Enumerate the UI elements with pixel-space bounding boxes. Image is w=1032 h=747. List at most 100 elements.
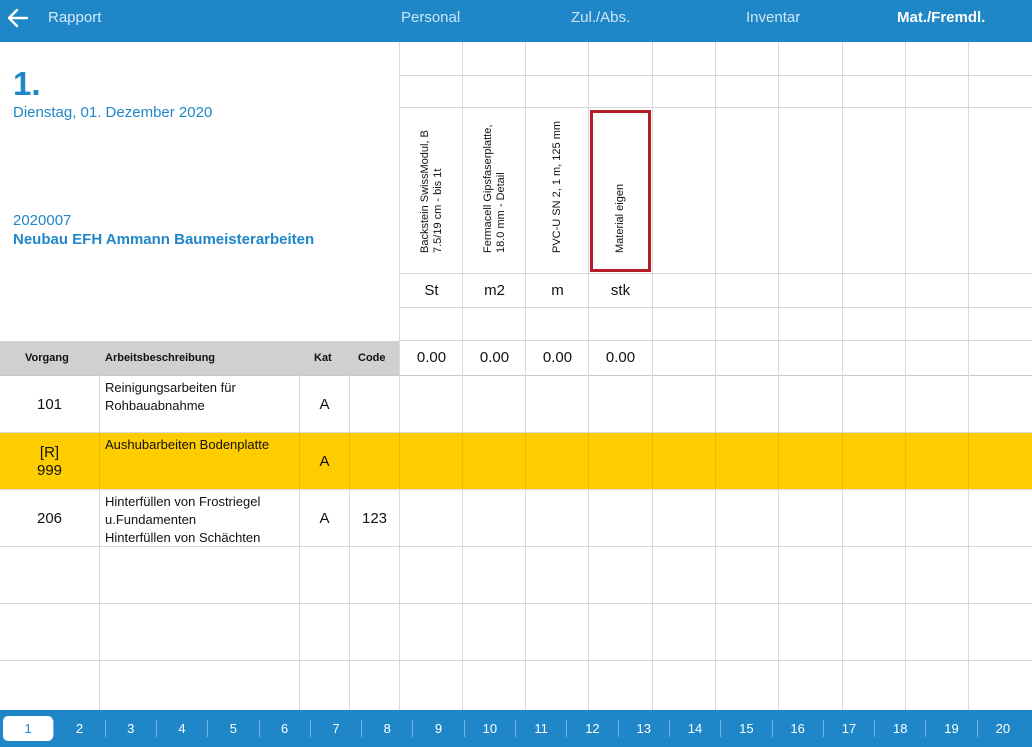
page-title[interactable]: Rapport <box>48 9 101 26</box>
grid-line <box>905 433 906 490</box>
tab-zul-abs[interactable]: Zul./Abs. <box>571 9 630 26</box>
row-code: 123 <box>361 510 388 527</box>
material-total: 0.00 <box>416 349 447 366</box>
top-bar: Rapport Personal Zul./Abs. Inventar Mat.… <box>0 0 1032 42</box>
row-vorgang: 206 <box>36 509 63 527</box>
grid-line <box>525 433 526 490</box>
page-button-19[interactable]: 19 <box>926 716 976 741</box>
tab-material-fremdleistung[interactable]: Mat./Fremdl. <box>897 9 985 26</box>
report-header: 1. Dienstag, 01. Dezember 2020 2020007 N… <box>0 42 399 341</box>
column-header-beschreibung: Arbeitsbeschreibung <box>105 352 216 364</box>
arrow-left-icon <box>7 8 29 28</box>
grid-line <box>0 432 1032 433</box>
day-pager: 1 2 3 4 5 6 7 8 9 10 11 12 13 14 15 16 17 18 19 20 <box>0 710 1032 747</box>
grid-line <box>349 433 350 490</box>
material-column-header[interactable]: PVC-U SN 2, 1 m, 125 mm <box>526 108 589 273</box>
page-button-5[interactable]: 5 <box>208 716 258 741</box>
page-button-15[interactable]: 15 <box>721 716 771 741</box>
page-button-3[interactable]: 3 <box>106 716 156 741</box>
material-name: Fermacell Gipsfaserplatte, 18.0 mm - Det… <box>481 124 507 253</box>
page-button-7[interactable]: 7 <box>311 716 361 741</box>
material-unit: m2 <box>484 282 505 299</box>
grid-line <box>0 489 1032 490</box>
page-button-13[interactable]: 13 <box>619 716 669 741</box>
row-description: Hinterfüllen von Frostriegel u.Fundament… <box>105 494 261 545</box>
page-button-14[interactable]: 14 <box>670 716 720 741</box>
grid-line <box>842 433 843 490</box>
grid-line <box>715 433 716 490</box>
pager-separator <box>361 720 363 737</box>
material-total: 0.00 <box>479 349 510 366</box>
material-name: PVC-U SN 2, 1 m, 125 mm <box>551 120 563 253</box>
grid-line <box>778 433 779 490</box>
day-number: 1. <box>13 65 41 102</box>
pager-separator <box>412 720 414 737</box>
pager-separator <box>822 720 824 737</box>
page-button-16[interactable]: 16 <box>773 716 823 741</box>
table-header: Vorgang Arbeitsbeschreibung Kat Code <box>0 341 399 375</box>
column-header-code: Code <box>358 352 386 364</box>
page-button-8[interactable]: 8 <box>362 716 412 741</box>
grid-line <box>0 603 1032 604</box>
pager-separator <box>976 720 978 737</box>
column-header-kat: Kat <box>314 352 332 364</box>
row-kat: A <box>319 510 330 527</box>
pager-separator <box>53 720 55 737</box>
selected-column-outline <box>590 110 651 272</box>
table-row[interactable]: 206 Hinterfüllen von Frostriegel u.Funda… <box>0 490 1032 547</box>
page-button-18[interactable]: 18 <box>875 716 925 741</box>
row-vorgang: [R] 999 <box>36 443 63 479</box>
pager-separator <box>874 720 876 737</box>
row-description: Aushubarbeiten Bodenplatte <box>105 437 270 452</box>
column-header-vorgang: Vorgang <box>25 352 69 364</box>
grid-line <box>652 433 653 490</box>
grid-line <box>462 433 463 490</box>
page-button-10[interactable]: 10 <box>465 716 515 741</box>
tab-inventar[interactable]: Inventar <box>746 9 800 26</box>
material-total: 0.00 <box>605 349 636 366</box>
grid-line <box>99 433 100 490</box>
back-button[interactable] <box>0 0 40 36</box>
pager-separator <box>207 720 209 737</box>
pager-separator <box>566 720 568 737</box>
page-button-4[interactable]: 4 <box>157 716 207 741</box>
pager-separator <box>771 720 773 737</box>
material-column-header[interactable]: Fermacell Gipsfaserplatte, 18.0 mm - Det… <box>463 108 526 273</box>
row-kat: A <box>319 396 330 413</box>
material-unit: St <box>424 282 439 299</box>
row-code <box>350 433 399 490</box>
page-button-6[interactable]: 6 <box>260 716 310 741</box>
pager-separator <box>258 720 260 737</box>
row-kat: A <box>319 453 330 470</box>
pager-separator <box>309 720 311 737</box>
pager-separator <box>668 720 670 737</box>
material-unit: m <box>551 282 564 299</box>
pager-separator <box>617 720 619 737</box>
material-name: Backstein SwissModul, B 7.5/19 cm - bis … <box>418 130 444 253</box>
table-row-highlighted[interactable]: [R] 999 Aushubarbeiten Bodenplatte A <box>0 433 1032 490</box>
page-button-17[interactable]: 17 <box>824 716 874 741</box>
pager-separator <box>463 720 465 737</box>
pager-separator <box>515 720 516 737</box>
grid-line <box>588 433 589 490</box>
pager-separator <box>720 720 722 737</box>
row-vorgang: 101 <box>36 395 63 413</box>
grid-line <box>968 433 969 490</box>
pager-separator <box>104 720 106 737</box>
tab-personal[interactable]: Personal <box>401 9 460 26</box>
table-row[interactable]: 101 Reinigungsarbeiten für Rohbauabnahme… <box>0 376 1032 433</box>
grid-line <box>299 433 300 490</box>
row-code <box>350 376 399 433</box>
material-unit: stk <box>610 282 631 299</box>
page-button-1[interactable]: 1 <box>3 716 54 741</box>
project-name: Neubau EFH Ammann Baumeisterarbeiten <box>13 231 315 248</box>
page-button-11[interactable]: 11 <box>516 716 566 741</box>
grid-line <box>0 660 1032 661</box>
page-button-9[interactable]: 9 <box>413 716 463 741</box>
report-date: Dienstag, 01. Dezember 2020 <box>13 104 213 121</box>
material-column-header[interactable]: Backstein SwissModul, B 7.5/19 cm - bis … <box>400 108 463 273</box>
page-button-2[interactable]: 2 <box>54 716 104 741</box>
page-button-12[interactable]: 12 <box>567 716 617 741</box>
grid-line <box>399 433 400 490</box>
page-button-20[interactable]: 20 <box>978 716 1028 741</box>
